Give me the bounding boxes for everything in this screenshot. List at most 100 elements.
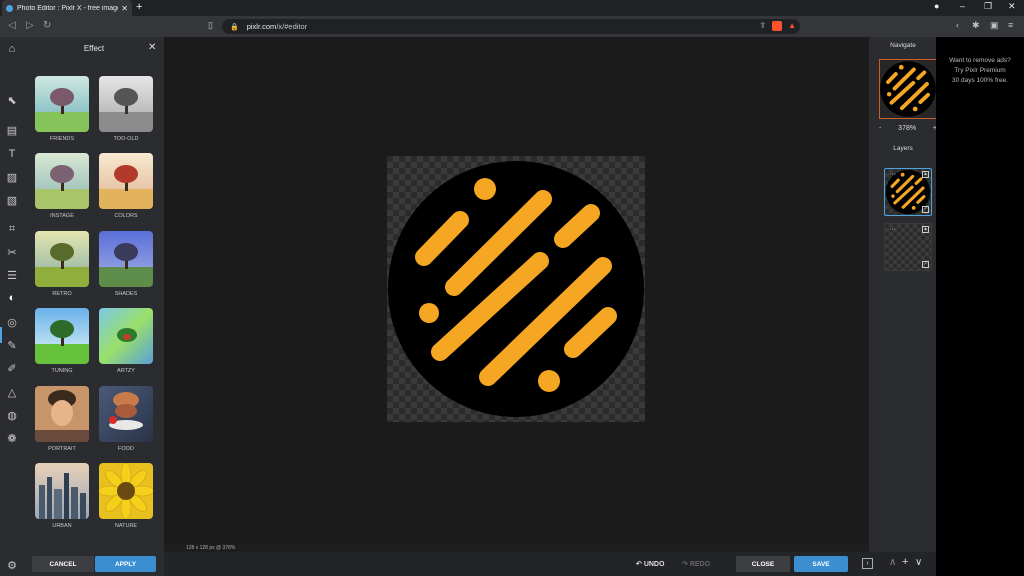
ad-line-2: Try Pixlr Premium [954, 67, 1006, 74]
menu-icon[interactable]: ≡ [1008, 20, 1013, 30]
effect-thumb-artzy[interactable] [99, 308, 153, 364]
image-tool-icon[interactable]: ▧ [5, 193, 19, 207]
layer-item-background[interactable]: ··· ▲ ✓ [884, 223, 932, 271]
window-close-icon[interactable]: ✕ [1008, 1, 1016, 12]
layer-visibility-icon[interactable]: ✓ [922, 206, 929, 213]
liquify-tool-icon[interactable]: ◎ [5, 315, 19, 329]
crop-tool-icon[interactable]: ⌗ [5, 222, 19, 236]
browser-tab[interactable]: Photo Editor : Pixlr X - free image... ✕ [2, 0, 132, 16]
effect-label: NATURE [114, 523, 138, 529]
effect-thumb-instage[interactable] [35, 153, 89, 209]
layer-type-icon: ▲ [922, 171, 929, 178]
add-icon[interactable]: + [902, 556, 908, 568]
canvas-status: 128 x 128 px @ 378% [164, 544, 868, 552]
effect-thumb-tuning[interactable] [35, 308, 89, 364]
brave-shield-icon[interactable] [772, 21, 783, 31]
share-icon[interactable]: ⇪ [759, 21, 766, 31]
canvas-area[interactable] [164, 37, 868, 544]
pixlr-favicon-icon [6, 4, 13, 12]
forward-icon[interactable]: ▷ [26, 20, 34, 31]
filter-tool-icon[interactable]: △ [5, 385, 19, 399]
layers-title: Layers [893, 145, 913, 152]
right-panel: Navigate - 378% + Layers ··· ▲ ✓ ··· ▲ ✓ [868, 37, 937, 552]
effect-thumb-colors[interactable] [99, 153, 153, 209]
tab-close-icon[interactable]: ✕ [121, 4, 128, 13]
save-button[interactable]: SAVE [794, 556, 848, 572]
layer-visibility-icon[interactable]: ✓ [922, 261, 929, 268]
effect-thumb-urban[interactable] [35, 463, 89, 519]
logo-image[interactable] [387, 156, 645, 422]
zoom-out-button[interactable]: - [879, 125, 881, 132]
collapse-panel-icon[interactable]: › [862, 558, 873, 569]
active-tool-indicator [0, 327, 2, 343]
effect-thumb-retro[interactable] [35, 231, 89, 287]
sticker-tool-icon[interactable]: ❁ [5, 431, 19, 445]
effect-tool-icon[interactable]: ◐ [5, 291, 19, 305]
ad-line-3: 30 days 100% free. [951, 77, 1008, 84]
maximize-icon[interactable]: ❐ [984, 1, 992, 12]
effect-thumb-food[interactable] [99, 386, 153, 442]
bottom-bar: ↶ UNDO ↷ REDO CLOSE SAVE › ∧ + ∨ [164, 552, 936, 576]
layer-item-logo[interactable]: ··· ▲ ✓ [884, 168, 932, 216]
wallet-icon[interactable]: ▣ [990, 20, 999, 31]
effect-label: INSTAGE [50, 213, 74, 219]
adjust-tool-icon[interactable]: ☰ [5, 268, 19, 282]
effect-label: COLORS [114, 213, 138, 219]
arrange-tool-icon[interactable]: ⬉ [5, 93, 19, 107]
effect-thumb-shades[interactable] [99, 231, 153, 287]
effect-panel-title: Effect [83, 44, 105, 53]
effect-label: FRIENDS [49, 136, 75, 142]
effect-label: SHADES [114, 291, 138, 297]
undo-button[interactable]: ↶ UNDO [636, 560, 664, 568]
tool-rail: ⌂ ⬉ ▤ T ▨ ▧ ⌗ ✂ ☰ ◐ ◎ ✎ ✐ △ ◍ ❁ ⚙ [0, 37, 24, 576]
apply-button[interactable]: APPLY [95, 556, 156, 572]
cutout-tool-icon[interactable]: ✂ [5, 245, 19, 259]
url-domain: pixlr.com [246, 22, 277, 31]
draw-tool-icon[interactable]: ✐ [5, 361, 19, 375]
scroll-up-icon[interactable]: ∧ [889, 557, 896, 568]
effect-panel-close-icon[interactable]: ✕ [148, 42, 156, 53]
globe-tool-icon[interactable]: ◍ [5, 408, 19, 422]
ad-line-1: Want to remove ads? [949, 57, 1011, 64]
reload-icon[interactable]: ↻ [43, 20, 51, 31]
back-icon[interactable]: ◁ [8, 20, 16, 31]
address-bar[interactable]: 🔒 pixlr.com /x/#editor ⇪ ▲ [222, 19, 800, 34]
redo-button[interactable]: ↷ REDO [682, 560, 710, 568]
effect-thumb-too-old[interactable] [99, 76, 153, 132]
effect-thumb-portrait[interactable] [35, 386, 89, 442]
close-button[interactable]: CLOSE [736, 556, 790, 572]
layer-options-icon[interactable]: ··· [889, 171, 896, 178]
effect-label: TOO-OLD [113, 136, 139, 142]
new-tab-button[interactable]: + [136, 1, 142, 13]
layer-options-icon[interactable]: ··· [889, 226, 896, 233]
browser-tabbar: Photo Editor : Pixlr X - free image... ✕… [0, 0, 1024, 16]
settings-gear-icon[interactable]: ⚙ [5, 558, 19, 572]
profile-icon[interactable]: ● [934, 1, 939, 11]
cancel-button[interactable]: CANCEL [32, 556, 94, 572]
navigator-thumbnail[interactable] [879, 59, 937, 119]
undo-icon: ↶ [636, 561, 644, 568]
scroll-down-icon[interactable]: ∨ [915, 557, 922, 568]
effect-label: TUNING [51, 368, 73, 374]
home-icon[interactable]: ⌂ [5, 42, 19, 56]
tab-title: Photo Editor : Pixlr X - free image... [17, 4, 119, 12]
effect-thumb-nature[interactable] [99, 463, 153, 519]
effect-thumb-friends[interactable] [35, 76, 89, 132]
element-tool-icon[interactable]: ▨ [5, 170, 19, 184]
effect-label: ARTZY [117, 368, 135, 374]
minimize-icon[interactable]: – [960, 1, 965, 11]
retouch-tool-icon[interactable]: ✎ [5, 338, 19, 352]
layout-tool-icon[interactable]: ▤ [5, 123, 19, 137]
bookmark-icon[interactable]: ▯ [208, 20, 213, 31]
brave-rewards-icon[interactable]: ▲ [788, 21, 796, 31]
zoom-value[interactable]: 378% [898, 125, 916, 132]
text-tool-icon[interactable]: T [5, 147, 19, 161]
extensions-icon[interactable]: ✱ [972, 20, 980, 31]
artboard[interactable] [387, 156, 645, 422]
redo-icon: ↷ [682, 561, 690, 568]
effect-label: PORTRAIT [48, 446, 76, 452]
effect-label: URBAN [52, 523, 72, 529]
navigate-title: Navigate [890, 42, 916, 49]
more-toolbar-icon[interactable]: ‹ [956, 20, 959, 30]
premium-ad[interactable]: Want to remove ads? Try Pixlr Premium 30… [936, 56, 1024, 86]
